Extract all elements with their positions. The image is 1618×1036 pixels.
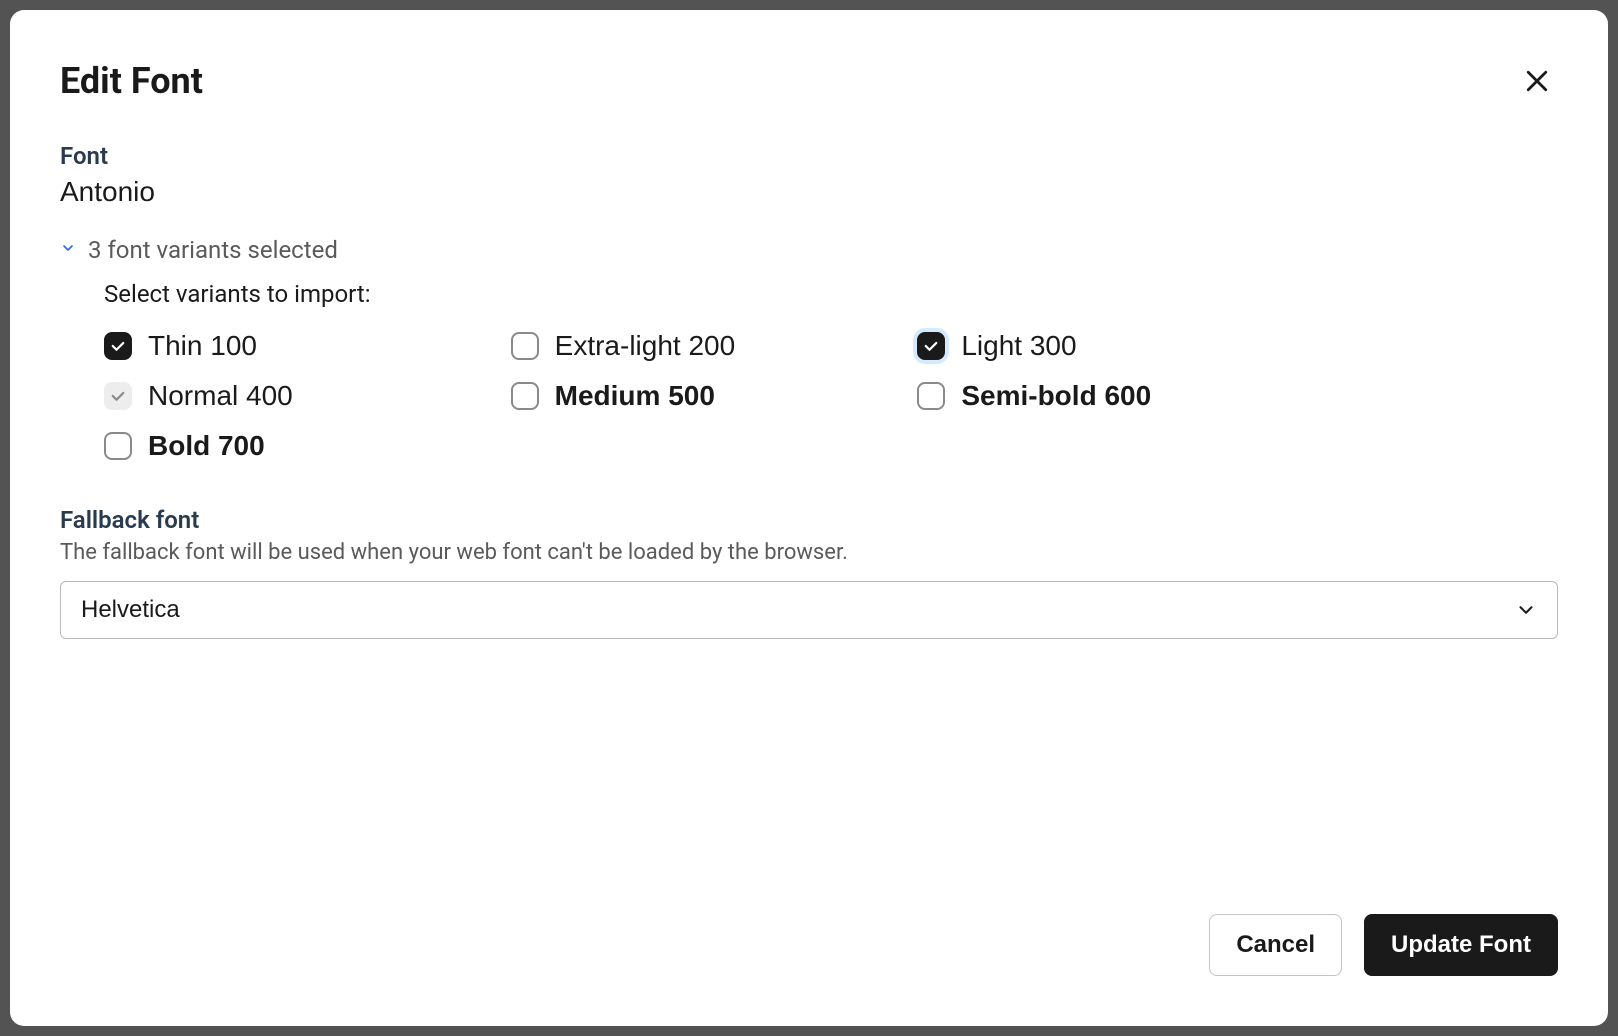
variant-bold-700[interactable]: Bold 700 bbox=[104, 430, 491, 462]
variant-normal-400: Normal 400 bbox=[104, 380, 491, 412]
close-button[interactable] bbox=[1516, 60, 1558, 102]
cancel-button[interactable]: Cancel bbox=[1209, 914, 1342, 976]
font-label: Font bbox=[60, 142, 1558, 170]
modal-title: Edit Font bbox=[60, 60, 203, 102]
checkbox[interactable] bbox=[511, 382, 539, 410]
checkbox[interactable] bbox=[917, 332, 945, 360]
variant-label: Bold 700 bbox=[148, 430, 265, 462]
checkbox[interactable] bbox=[104, 432, 132, 460]
variant-label: Medium 500 bbox=[555, 380, 715, 412]
variant-extra-light-200[interactable]: Extra-light 200 bbox=[511, 330, 898, 362]
checkbox[interactable] bbox=[104, 332, 132, 360]
variant-label: Extra-light 200 bbox=[555, 330, 736, 362]
variant-label: Normal 400 bbox=[148, 380, 293, 412]
chevron-down-icon bbox=[1515, 599, 1537, 621]
font-name-value: Antonio bbox=[60, 176, 1558, 208]
variants-prompt: Select variants to import: bbox=[104, 280, 1558, 308]
variant-label: Thin 100 bbox=[148, 330, 257, 362]
font-section: Font Antonio bbox=[60, 142, 1558, 236]
fallback-select[interactable]: Helvetica bbox=[60, 581, 1558, 639]
variant-light-300[interactable]: Light 300 bbox=[917, 330, 1304, 362]
fallback-description: The fallback font will be used when your… bbox=[60, 540, 1558, 565]
variants-summary: 3 font variants selected bbox=[88, 236, 338, 264]
fallback-section: Fallback font The fallback font will be … bbox=[60, 506, 1558, 639]
checkbox bbox=[104, 382, 132, 410]
checkbox[interactable] bbox=[917, 382, 945, 410]
fallback-select-value: Helvetica bbox=[81, 596, 180, 624]
checkbox[interactable] bbox=[511, 332, 539, 360]
variant-semi-bold-600[interactable]: Semi-bold 600 bbox=[917, 380, 1304, 412]
variant-medium-500[interactable]: Medium 500 bbox=[511, 380, 898, 412]
variants-toggle[interactable]: 3 font variants selected bbox=[60, 236, 1558, 264]
variants-grid: Thin 100 Extra-light 200 Light 300 Normal 4… bbox=[104, 330, 1304, 462]
fallback-label: Fallback font bbox=[60, 506, 1558, 534]
edit-font-modal: Edit Font Font Antonio 3 font variants s… bbox=[10, 10, 1608, 1026]
chevron-down-icon bbox=[60, 240, 76, 260]
modal-footer: Cancel Update Font bbox=[60, 914, 1558, 976]
close-icon bbox=[1522, 66, 1552, 96]
update-font-button[interactable]: Update Font bbox=[1364, 914, 1558, 976]
variant-label: Semi-bold 600 bbox=[961, 380, 1151, 412]
variant-label: Light 300 bbox=[961, 330, 1076, 362]
modal-header: Edit Font bbox=[60, 60, 1558, 102]
variant-thin-100[interactable]: Thin 100 bbox=[104, 330, 491, 362]
